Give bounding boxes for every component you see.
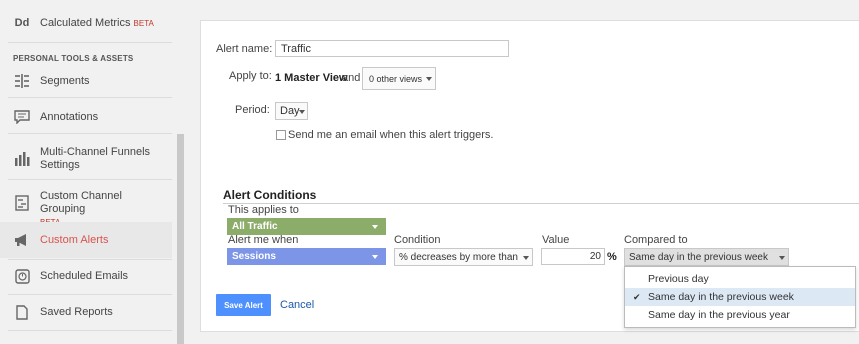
percent-unit: % (607, 251, 617, 263)
other-views-dropdown[interactable]: 0 other views (362, 67, 436, 90)
chevron-down-icon (779, 256, 785, 260)
divider (8, 133, 172, 134)
period-dropdown[interactable]: Day (275, 102, 308, 120)
divider (8, 97, 172, 98)
save-alert-button[interactable]: Save Alert (216, 294, 271, 316)
value-label: Value (542, 234, 570, 246)
apply-to-and: and (342, 72, 361, 84)
annotations-icon (13, 108, 31, 126)
megaphone-icon (13, 231, 31, 249)
alert-me-label: Alert me when (228, 234, 299, 246)
sidebar-item-label: Scheduled Emails (40, 269, 129, 282)
cancel-link[interactable]: Cancel (280, 299, 314, 311)
alert-me-value: Sessions (232, 251, 276, 262)
alert-name-label: Alert name: (216, 43, 273, 55)
sidebar-item-saved-reports[interactable]: Saved Reports (0, 303, 172, 321)
sidebar-item-custom-channel-grouping[interactable]: Custom Channel GroupingBETA (0, 190, 172, 227)
apply-to-view: 1 Master View (275, 72, 348, 84)
divider (8, 259, 172, 260)
applies-to-value: All Traffic (232, 221, 278, 232)
sidebar-item-multi-channel-funnels[interactable]: Multi-Channel Funnels Settings (0, 146, 172, 172)
clock-icon (13, 267, 31, 285)
checkmark-icon: ✔ (633, 292, 641, 302)
segments-icon (13, 72, 31, 90)
chevron-down-icon (426, 77, 432, 81)
sidebar-scrollbar[interactable] (177, 134, 184, 344)
menu-item-same-day-previous-year[interactable]: Same day in the previous year (625, 306, 855, 324)
chevron-down-icon (372, 225, 378, 229)
menu-item-same-day-previous-week[interactable]: ✔ Same day in the previous week (625, 288, 855, 306)
menu-item-previous-day[interactable]: Previous day (625, 270, 855, 288)
divider (223, 203, 859, 204)
sidebar-item-scheduled-emails[interactable]: Scheduled Emails (0, 267, 172, 285)
sidebar: Dd Calculated Metrics BETA PERSONAL TOOL… (0, 0, 185, 344)
email-checkbox[interactable] (276, 130, 286, 140)
section-title: PERSONAL TOOLS & ASSETS (13, 54, 134, 63)
sidebar-item-annotations[interactable]: Annotations (0, 108, 172, 126)
chevron-down-icon (523, 256, 529, 260)
condition-label: Condition (394, 234, 441, 246)
sidebar-item-segments[interactable]: Segments (0, 72, 172, 90)
alert-conditions-title: Alert Conditions (223, 188, 317, 202)
period-label: Period: (235, 104, 270, 116)
sidebar-item-label: Segments (40, 74, 90, 87)
apply-to-label: Apply to: (229, 70, 272, 82)
period-value: Day (280, 105, 300, 117)
other-views-value: 0 other views (369, 73, 423, 84)
condition-dropdown[interactable]: % decreases by more than (394, 248, 533, 266)
email-checkbox-label: Send me an email when this alert trigger… (288, 129, 494, 141)
compared-to-dropdown[interactable]: Same day in the previous week (624, 248, 789, 266)
divider (8, 179, 172, 180)
sidebar-item-custom-alerts[interactable]: Custom Alerts (0, 222, 172, 258)
divider (8, 294, 172, 295)
compared-to-value: Same day in the previous week (629, 251, 768, 263)
chevron-down-icon (372, 255, 378, 259)
compared-to-label: Compared to (624, 234, 688, 246)
channel-grouping-icon (13, 194, 31, 212)
sidebar-item-label: Saved Reports (40, 305, 113, 318)
chevron-down-icon (299, 110, 305, 114)
divider (8, 42, 172, 43)
document-icon (13, 303, 31, 321)
beta-badge: BETA (133, 18, 154, 28)
compared-to-menu: Previous day ✔ Same day in the previous … (624, 266, 856, 328)
alert-me-dropdown[interactable]: Sessions (227, 248, 386, 265)
condition-value: % decreases by more than (399, 251, 518, 263)
applies-to-label: This applies to (228, 204, 299, 216)
calculated-metrics-icon: Dd (14, 17, 30, 29)
bar-chart-icon (13, 150, 31, 168)
sidebar-item-label: Custom Channel Grouping (40, 190, 122, 215)
sidebar-item-label: Multi-Channel Funnels Settings (40, 146, 151, 171)
sidebar-item-label: Annotations (40, 110, 99, 123)
divider (8, 330, 172, 331)
sidebar-item-calculated-metrics[interactable]: Dd Calculated Metrics BETA (0, 14, 172, 32)
applies-to-dropdown[interactable]: All Traffic (227, 218, 386, 235)
sidebar-item-label: Calculated Metrics (40, 16, 131, 29)
alert-name-input[interactable]: Traffic (275, 40, 509, 57)
sidebar-item-label: Custom Alerts (40, 234, 109, 246)
value-input[interactable]: 20 (541, 248, 605, 265)
